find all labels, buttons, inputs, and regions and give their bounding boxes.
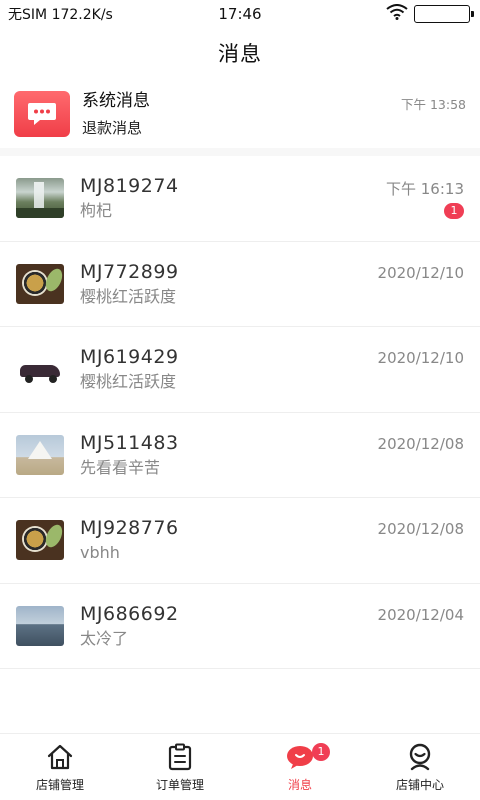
tab-order-management[interactable]: 订单管理 bbox=[120, 734, 240, 800]
conversation-list: MJ819274 枸杞 下午 16:13 1 MJ772899 樱桃红活跃度 2… bbox=[0, 156, 480, 669]
conversation-preview: 樱桃红活跃度 bbox=[80, 286, 177, 306]
tab-store-center[interactable]: 店铺中心 bbox=[360, 734, 480, 800]
tab-store-management[interactable]: 店铺管理 bbox=[0, 734, 120, 800]
tab-messages[interactable]: 1 消息 bbox=[240, 734, 360, 800]
conversation-date: 2020/12/04 bbox=[377, 605, 464, 624]
tab-label: 消息 bbox=[287, 777, 312, 792]
status-icons bbox=[386, 4, 474, 24]
conversation-preview: 樱桃红活跃度 bbox=[80, 372, 177, 392]
conversation-date: 2020/12/08 bbox=[377, 520, 464, 538]
message-icon bbox=[285, 742, 315, 772]
car-photo-thumbnail bbox=[16, 349, 64, 390]
waterfall-photo-thumbnail bbox=[16, 178, 64, 219]
system-message-time: 下午 13:58 bbox=[401, 97, 466, 112]
section-divider bbox=[0, 148, 480, 156]
home-icon bbox=[45, 742, 75, 772]
system-message-item[interactable]: 系统消息 退款消息 下午 13:58 bbox=[0, 80, 480, 148]
status-carrier: 无SIM 172.2K/s bbox=[8, 4, 178, 24]
tab-label: 店铺管理 bbox=[35, 777, 84, 792]
page-title: 消息 bbox=[218, 42, 262, 66]
battery-icon bbox=[414, 5, 474, 23]
tea-photo-thumbnail bbox=[16, 520, 64, 561]
conversation-item[interactable]: MJ772899 樱桃红活跃度 2020/12/10 bbox=[0, 242, 480, 327]
conversation-date: 下午 16:13 bbox=[386, 180, 464, 198]
carrier-text: 无SIM bbox=[8, 7, 48, 23]
conversation-date: 2020/12/10 bbox=[377, 349, 464, 367]
conversation-item[interactable]: MJ928776 vbhh 2020/12/08 bbox=[0, 498, 480, 584]
tent-photo-thumbnail bbox=[16, 434, 64, 475]
tab-label: 订单管理 bbox=[155, 777, 204, 792]
status-bar: 无SIM 172.2K/s 17:46 bbox=[0, 0, 480, 28]
conversation-preview: 太冷了 bbox=[80, 628, 129, 648]
conversation-date: 2020/12/08 bbox=[377, 434, 464, 453]
conversation-preview: 枸杞 bbox=[80, 201, 113, 221]
bottom-tab-bar: 店铺管理 订单管理 1 消息 店铺中心 bbox=[0, 733, 480, 800]
conversation-preview: vbhh bbox=[80, 543, 120, 563]
conversation-item[interactable]: MJ819274 枸杞 下午 16:13 1 bbox=[0, 156, 480, 242]
tab-label: 店铺中心 bbox=[395, 777, 444, 792]
tab-unread-badge: 1 bbox=[312, 743, 330, 761]
conversation-item[interactable]: MJ511483 先看看辛苦 2020/12/08 bbox=[0, 413, 480, 498]
unread-badge: 1 bbox=[444, 203, 464, 219]
sea-photo-thumbnail bbox=[16, 605, 64, 646]
chat-bubble-icon bbox=[14, 91, 70, 137]
conversation-preview: 先看看辛苦 bbox=[80, 457, 161, 477]
conversation-item[interactable]: MJ686692 太冷了 2020/12/04 bbox=[0, 584, 480, 669]
wifi-icon bbox=[386, 4, 408, 24]
order-icon bbox=[165, 742, 195, 772]
conversation-date: 2020/12/10 bbox=[377, 263, 464, 282]
profile-icon bbox=[405, 742, 435, 772]
conversation-item[interactable]: MJ619429 樱桃红活跃度 2020/12/10 bbox=[0, 327, 480, 413]
tea-photo-thumbnail bbox=[16, 263, 64, 304]
system-message-subtitle: 退款消息 bbox=[82, 118, 143, 137]
network-speed: 172.2K/s bbox=[51, 7, 113, 23]
